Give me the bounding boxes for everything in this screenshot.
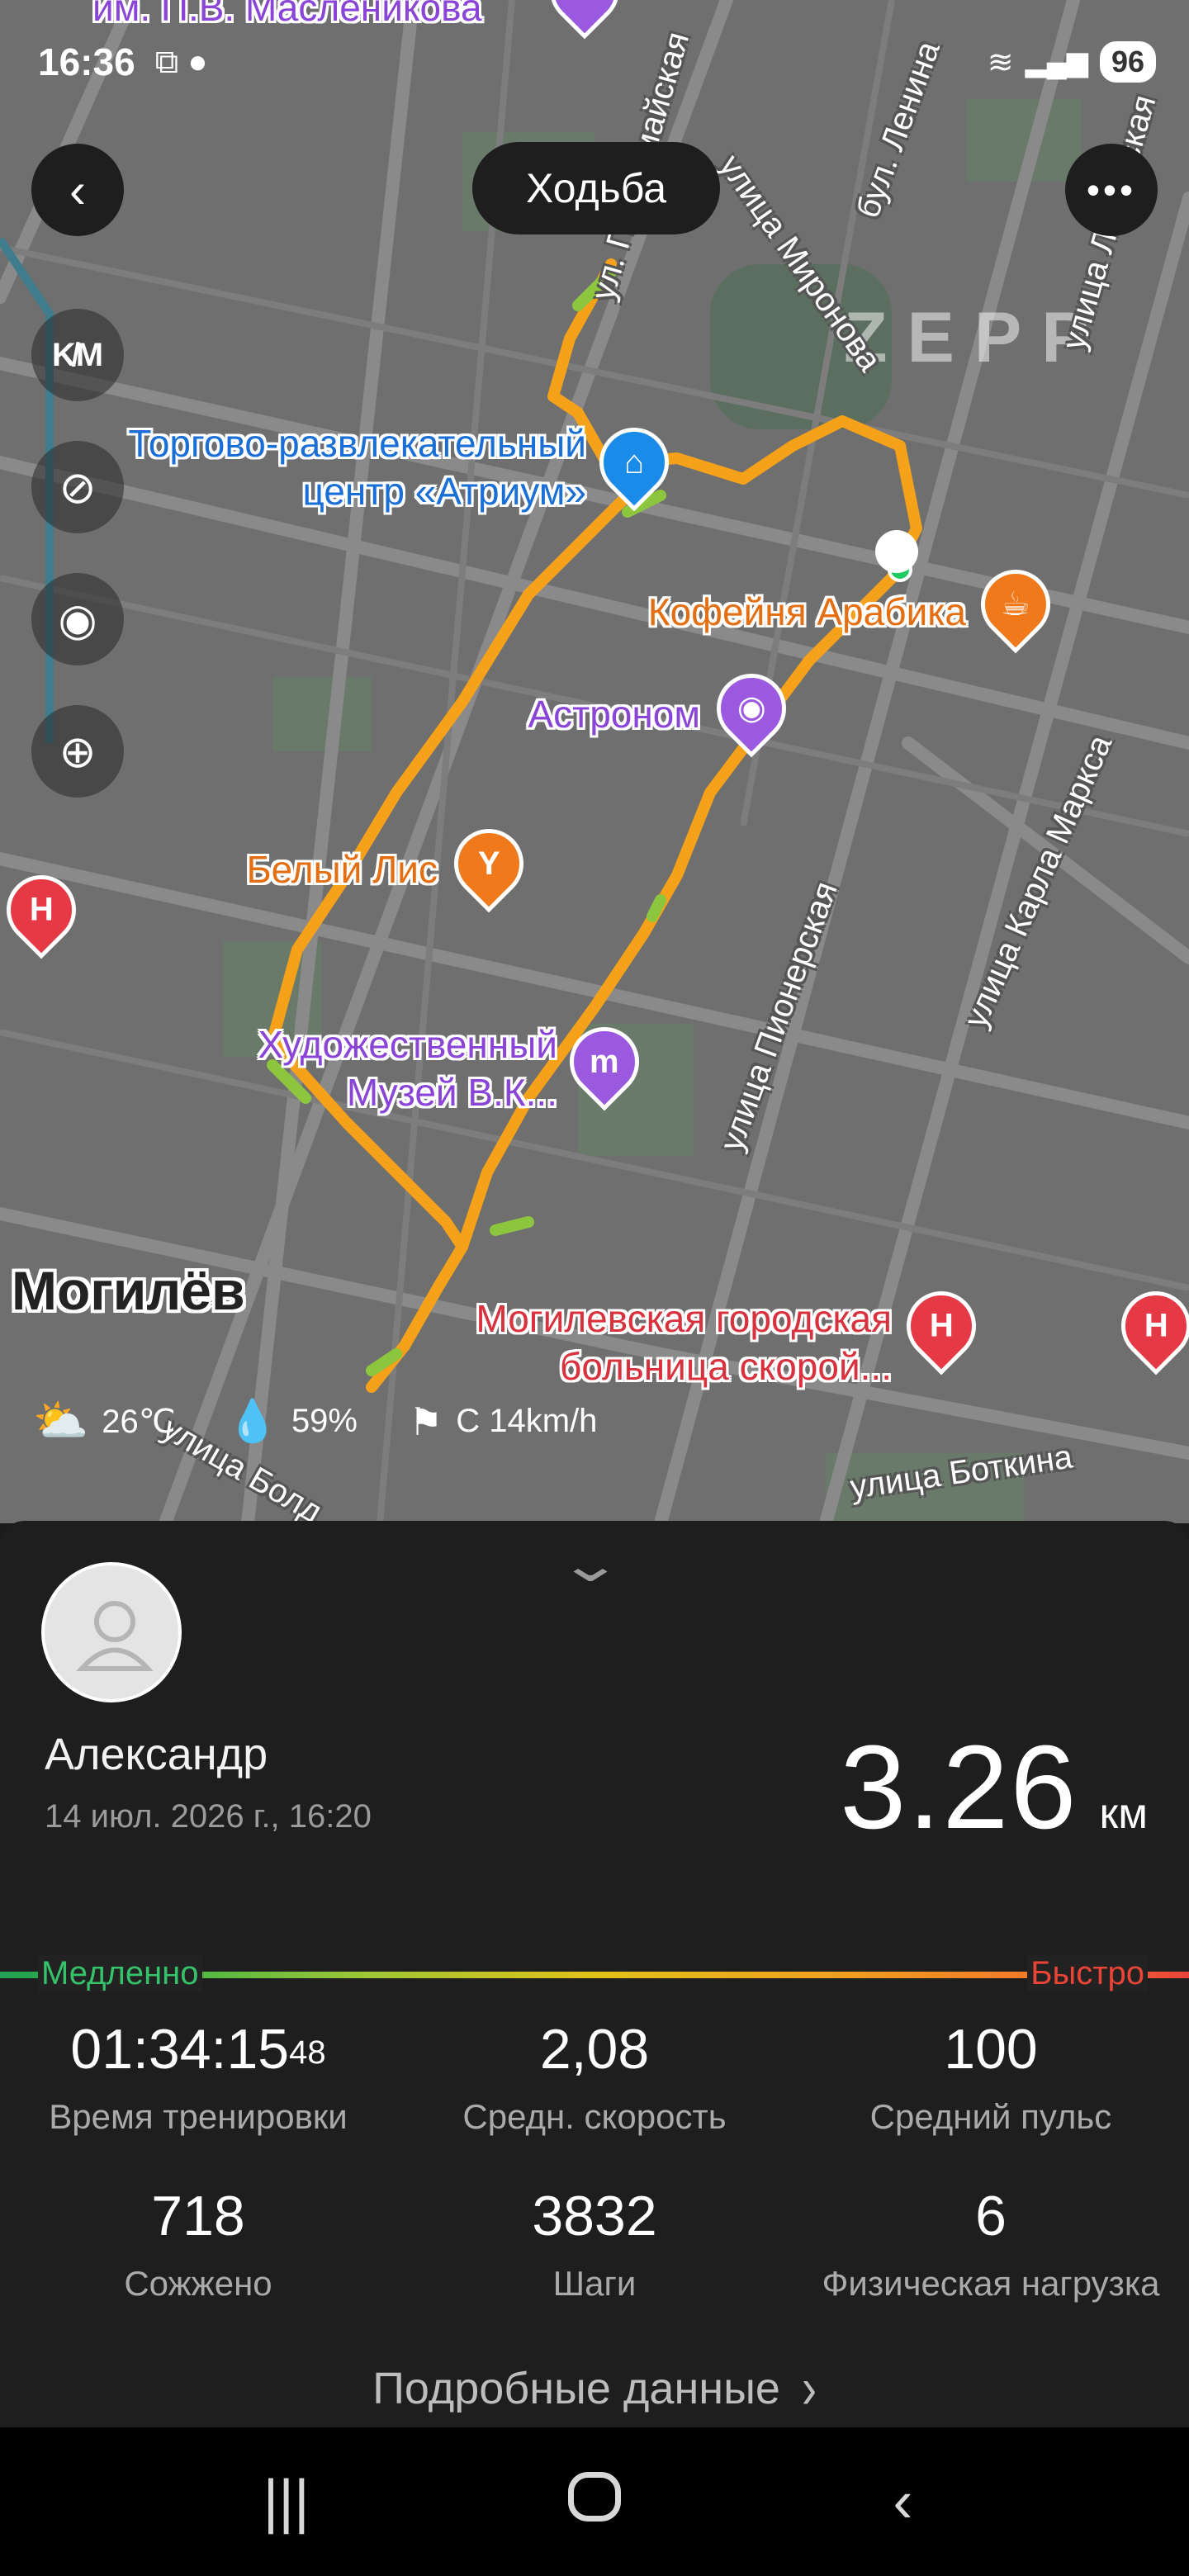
home-icon — [567, 2472, 621, 2522]
weather-info: ⛅ 26℃ 💧 59% ⚑ С 14km/h — [33, 1395, 648, 1447]
km-markers-icon: K̸M — [51, 336, 104, 373]
avatar[interactable] — [41, 1562, 182, 1702]
route-map[interactable]: ZEPP ул. Первомайская улица Миронова бул… — [0, 0, 1189, 1523]
back-arrow-icon: ‹ — [69, 162, 86, 218]
poi-label-belyi-lis: Белый Лис — [246, 848, 438, 891]
more-dots-icon: ••• — [1086, 168, 1137, 211]
pace-fast-label: Быстро — [1027, 1955, 1148, 1992]
stat-value-hundredths: 48 — [289, 2034, 326, 2071]
stat-label: Сожжено — [124, 2264, 272, 2303]
hospital-icon: H — [1144, 1308, 1168, 1345]
system-nav-bar: ||| ‹ — [0, 2427, 1189, 2576]
toggle-km-markers-button[interactable]: K̸M — [31, 309, 124, 401]
stat-training-load: 6 Физическая нагрузка — [793, 2183, 1189, 2304]
stat-value: 3832 — [532, 2185, 657, 2247]
wind-icon: ⚑ — [409, 1399, 443, 1443]
coffee-icon: ☕ — [1001, 586, 1030, 623]
hospital-icon: H — [29, 892, 54, 929]
details-link[interactable]: Подробные данные › — [0, 2356, 1189, 2421]
stat-avg-heart-rate: 100 Средний пульс — [793, 2016, 1189, 2137]
stat-avg-speed: 2,08 Средн. скорость — [396, 2016, 793, 2137]
user-placeholder-icon — [76, 1601, 154, 1671]
poi-label-hospital: Могилевская городская больница скорой... — [476, 1297, 892, 1388]
battery-indicator: 96 — [1099, 41, 1156, 83]
status-time: 16:36 — [38, 40, 135, 83]
signal-icon: ▂▄▆ — [1025, 46, 1088, 78]
stat-value: 100 — [944, 2018, 1038, 2081]
stat-value: 01:34:15 — [70, 2018, 290, 2081]
workout-date: 14 июл. 2026 г., 16:20 — [45, 1798, 372, 1835]
layer-off-icon: ⊘ — [59, 462, 97, 513]
stat-value: 2,08 — [539, 2018, 650, 2081]
workout-summary-sheet: ⌄ Александр 14 июл. 2026 г., 16:20 3.26 … — [0, 1521, 1189, 2429]
collapse-chevron-icon[interactable]: ⌄ — [557, 1536, 623, 1593]
chevron-right-icon: › — [801, 2356, 817, 2421]
recents-icon: ||| — [263, 2469, 310, 2535]
back-button[interactable]: ‹ — [31, 144, 124, 236]
home-button[interactable] — [545, 2468, 644, 2536]
museum-icon: m — [590, 1044, 619, 1081]
distance-value: 3.26 — [840, 1721, 1078, 1854]
city-label: Могилёв — [12, 1260, 245, 1321]
status-bar: 16:36 ⧉ ● ≋ ▂▄▆ 96 — [38, 33, 1156, 91]
stat-label: Время тренировки — [49, 2097, 348, 2136]
stat-label: Шаги — [552, 2264, 637, 2303]
poi-label-astronom: Астроном — [528, 693, 700, 736]
back-icon: ‹ — [893, 2469, 913, 2535]
camera-icon: ◉ — [737, 690, 766, 727]
shopping-bag-icon: ⌂ — [623, 444, 645, 481]
stat-label: Физическая нагрузка — [822, 2264, 1160, 2303]
distance: 3.26 км — [840, 1719, 1148, 1856]
humidity: 59% — [291, 1403, 358, 1439]
stat-label: Средн. скорость — [462, 2097, 727, 2136]
poi-label-arabika: Кофейня Арабика — [647, 590, 966, 633]
poi-label-top: им. П.В. Масленикова — [92, 0, 482, 29]
stat-label: Средний пульс — [869, 2097, 1112, 2136]
cocktail-icon: Y — [477, 845, 500, 882]
toggle-layer-button[interactable]: ⊘ — [31, 441, 124, 533]
temperature: 26℃ — [102, 1403, 176, 1440]
more-button[interactable]: ••• — [1065, 144, 1158, 236]
stat-calories: 718 Сожжено — [0, 2183, 396, 2304]
visibility-button[interactable]: ◉ — [31, 573, 124, 665]
user-name: Александр — [45, 1730, 268, 1779]
wifi-icon: ≋ — [987, 45, 1014, 80]
activity-title: Ходьба — [472, 142, 720, 234]
hospital-icon: H — [929, 1308, 954, 1345]
locate-icon: ⊕ — [59, 727, 97, 777]
pace-gradient-bar: Медленно Быстро — [0, 1950, 1189, 2000]
poi-label-museum: Художественный Музей В.К... — [258, 1023, 557, 1114]
humidity-icon: 💧 — [226, 1398, 278, 1444]
stat-value: 6 — [975, 2185, 1007, 2247]
partly-cloudy-icon: ⛅ — [33, 1396, 89, 1446]
stat-steps: 3832 Шаги — [396, 2183, 793, 2304]
stat-value: 718 — [151, 2185, 245, 2247]
notification-icons: ⧉ ● — [154, 43, 208, 80]
poi-icon: • — [579, 0, 590, 8]
eye-icon: ◉ — [58, 594, 97, 645]
details-label: Подробные данные — [372, 2364, 780, 2413]
poi-label-atrium: Торгово-развлекательный центр «Атриум» — [128, 422, 586, 513]
stat-duration: 01:34:1548 Время тренировки — [0, 2016, 396, 2137]
system-back-button[interactable]: ‹ — [853, 2468, 952, 2536]
recent-apps-button[interactable]: ||| — [237, 2468, 336, 2536]
locate-button[interactable]: ⊕ — [31, 705, 124, 798]
wind: С 14km/h — [456, 1403, 598, 1439]
distance-unit: км — [1099, 1790, 1149, 1838]
pace-slow-label: Медленно — [38, 1955, 202, 1992]
